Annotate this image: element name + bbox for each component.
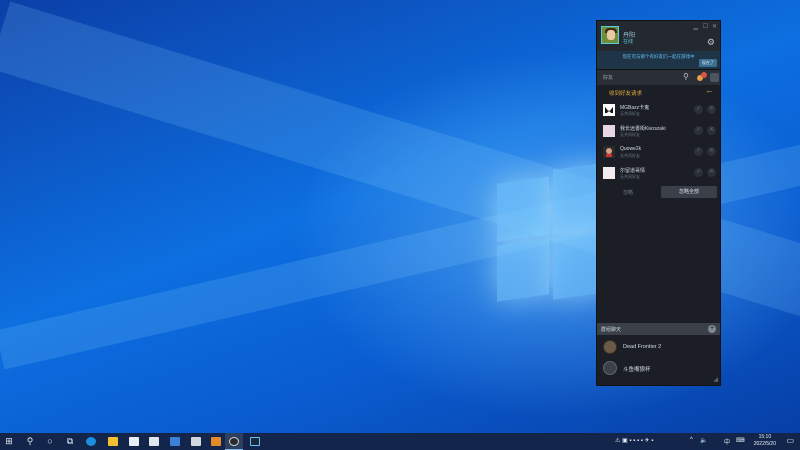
- clock-time: 15:10: [758, 434, 772, 440]
- friends-label[interactable]: 好友: [603, 74, 613, 81]
- group-icon: [603, 361, 617, 375]
- ime-indicator[interactable]: 中: [724, 437, 730, 446]
- group-chat-item[interactable]: Dead Frontier 2: [601, 337, 719, 357]
- cortana-icon[interactable]: ○: [41, 433, 59, 450]
- windows-logo: [497, 156, 607, 307]
- volume-icon[interactable]: 🔈: [700, 437, 707, 444]
- notification-icon[interactable]: ▭: [786, 436, 794, 445]
- close-button[interactable]: ✕: [712, 23, 717, 30]
- request-name: 尔留道哥情: [620, 168, 646, 174]
- keyboard-icon[interactable]: ⌨: [736, 437, 745, 444]
- create-group-icon[interactable]: [710, 73, 719, 82]
- clock-date: 2022/5/20: [753, 441, 776, 447]
- banner-button[interactable]: 现在了: [699, 59, 717, 67]
- back-arrow-icon[interactable]: ←: [705, 85, 714, 95]
- ignore-icon[interactable]: ✕: [707, 105, 716, 114]
- start-icon[interactable]: ⊞: [0, 433, 18, 450]
- clock[interactable]: 15:10 2022/5/20: [754, 434, 776, 448]
- ignore-all-button[interactable]: 忽略全部: [661, 186, 717, 198]
- request-subtext: 无共同好友: [620, 132, 640, 137]
- accept-icon[interactable]: ✓: [694, 168, 703, 177]
- ignore-icon[interactable]: ✕: [707, 168, 716, 177]
- gear-icon[interactable]: ⚙: [707, 37, 715, 48]
- steam-friends-window: 丹阳 在线 ▁ ☐ ✕ ⚙ 现在可与那个有好友们一起在游戏中 现在了 好友 ⚲ …: [596, 20, 721, 386]
- request-avatar: [603, 125, 615, 137]
- ignore-button[interactable]: 忽略: [614, 189, 642, 196]
- taskbar: ⊞ ⚲ ○ ⧉ ⚠ ▣ ▪ ▪ ▪ ▪ ✈ ▪ ^ 🔈 中 ⌨ 15:10 20…: [0, 433, 800, 450]
- app-icon[interactable]: [225, 433, 243, 450]
- photos-icon[interactable]: [166, 433, 184, 450]
- request-name: MGBazz卡鬼: [620, 105, 650, 111]
- search-icon[interactable]: ⚲: [21, 433, 39, 450]
- group-chats-bar[interactable]: 群组聊天 +: [597, 323, 720, 335]
- resize-handle-icon[interactable]: ◢: [713, 376, 718, 383]
- request-avatar: [603, 167, 615, 179]
- request-subtext: 无共同好友: [620, 174, 640, 179]
- request-avatar: [603, 146, 615, 158]
- notice-banner: 现在可与那个有好友们一起在游戏中 现在了: [597, 51, 720, 69]
- group-chat-item[interactable]: 斗鱼嘴狼杯: [601, 358, 719, 378]
- group-icon: [603, 340, 617, 354]
- request-subtext: 无共同好友: [620, 111, 640, 116]
- profile-header: 丹阳 在线 ▁ ☐ ✕ ⚙: [597, 21, 720, 51]
- app-icon[interactable]: [187, 433, 205, 450]
- request-avatar: [603, 104, 615, 116]
- accept-icon[interactable]: ✓: [694, 126, 703, 135]
- requests-title: 收到好友请求: [609, 91, 643, 97]
- friends-bar: 好友 ⚲: [597, 69, 720, 85]
- add-friend-icon[interactable]: [697, 72, 707, 82]
- request-name: Quowe2k: [620, 146, 642, 152]
- friend-request-row[interactable]: 我长远書街Kiezuraki 无共同好友 ✓ ✕: [601, 122, 719, 140]
- friend-request-row[interactable]: Quowe2k 无共同好友 ✓ ✕: [601, 143, 719, 161]
- tray-icons[interactable]: ⚠ ▣ ▪ ▪ ▪ ▪ ✈ ▪: [615, 437, 653, 444]
- edge-icon[interactable]: [82, 433, 100, 450]
- steam-icon[interactable]: [246, 433, 264, 450]
- ignore-icon[interactable]: ✕: [707, 147, 716, 156]
- ignore-icon[interactable]: ✕: [707, 126, 716, 135]
- accept-icon[interactable]: ✓: [694, 147, 703, 156]
- request-subtext: 无共同好友: [620, 153, 640, 158]
- profile-status[interactable]: 在线: [623, 38, 633, 45]
- group-name: Dead Frontier 2: [623, 344, 662, 350]
- friend-request-row[interactable]: MGBazz卡鬼 无共同好友 ✓ ✕: [601, 101, 719, 119]
- group-name: 斗鱼嘴狼杯: [623, 367, 651, 373]
- add-group-icon[interactable]: +: [708, 325, 716, 333]
- file-explorer-icon[interactable]: [104, 433, 122, 450]
- request-name: 我长远書街Kiezuraki: [620, 126, 666, 132]
- restore-button[interactable]: ☐: [703, 23, 708, 30]
- task-view-icon[interactable]: ⧉: [61, 433, 79, 450]
- store-icon[interactable]: [125, 433, 143, 450]
- group-chats-label: 群组聊天: [601, 327, 622, 333]
- search-icon[interactable]: ⚲: [683, 72, 689, 81]
- app-icon[interactable]: [207, 433, 225, 450]
- friend-request-row[interactable]: 尔留道哥情 无共同好友 ✓ ✕: [601, 164, 719, 182]
- accept-icon[interactable]: ✓: [694, 105, 703, 114]
- tray-arrow-icon[interactable]: ^: [690, 437, 693, 443]
- avatar[interactable]: [601, 26, 619, 44]
- mail-icon[interactable]: [145, 433, 163, 450]
- minimize-button[interactable]: ▁: [693, 23, 698, 30]
